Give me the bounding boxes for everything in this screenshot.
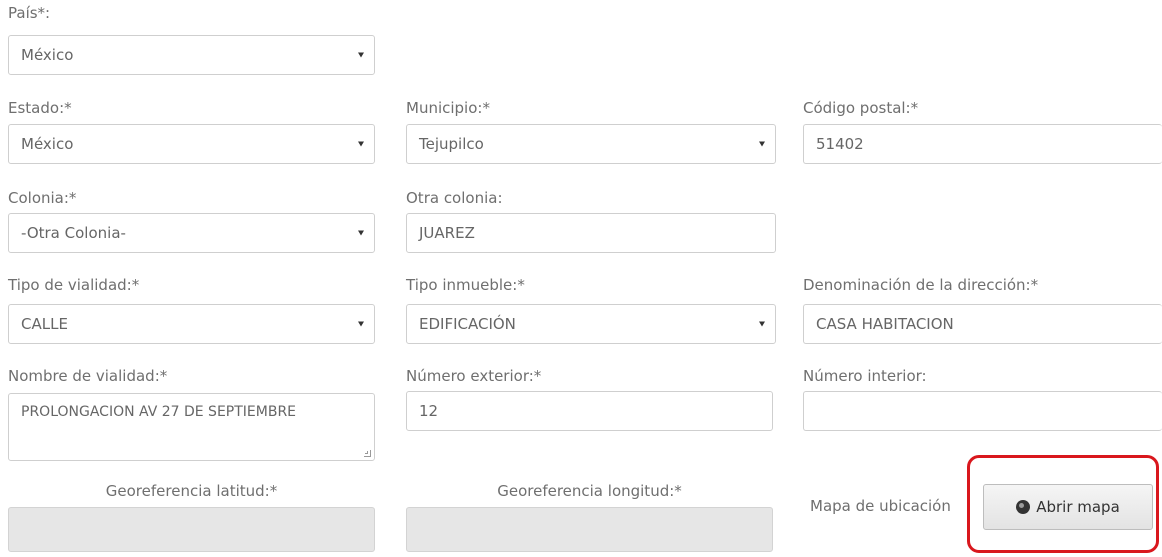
nombre-vialidad-label: Nombre de vialidad:* [8,367,168,385]
numero-exterior-value: 12 [419,402,439,420]
otra-colonia-value: JUAREZ [419,224,475,242]
tipo-vialidad-label: Tipo de vialidad:* [8,276,140,294]
municipio-select[interactable]: Tejupilco [406,124,776,164]
pais-value: México [21,46,74,64]
codigo-postal-value: 51402 [816,135,864,153]
estado-select[interactable]: México [8,124,375,164]
colonia-value: -Otra Colonia- [21,224,126,242]
denominacion-label: Denominación de la dirección:* [803,276,1039,294]
numero-exterior-label: Número exterior:* [406,367,542,385]
caret-down-icon [759,141,765,147]
estado-label: Estado:* [8,99,72,117]
longitud-input [406,507,773,552]
numero-interior-label: Número interior: [803,367,927,385]
tipo-vialidad-value: CALLE [21,315,68,333]
municipio-label: Municipio:* [406,99,490,117]
tipo-inmueble-select[interactable]: EDIFICACIÓN [406,304,776,344]
tipo-inmueble-value: EDIFICACIÓN [419,315,516,333]
denominacion-value: CASA HABITACION [816,315,954,333]
latitud-input [8,507,375,552]
resize-grip-icon[interactable] [364,450,371,457]
pais-label: País*: [8,4,51,22]
tipo-vialidad-select[interactable]: CALLE [8,304,375,344]
tipo-inmueble-label: Tipo inmueble:* [406,276,525,294]
nombre-vialidad-value: PROLONGACION AV 27 DE SEPTIEMBRE [21,404,297,420]
otra-colonia-label: Otra colonia: [406,189,503,207]
globe-icon [1016,500,1031,514]
caret-down-icon [759,321,765,327]
mapa-label: Mapa de ubicación [810,497,951,515]
otra-colonia-input[interactable]: JUAREZ [406,213,776,253]
colonia-select[interactable]: -Otra Colonia- [8,213,375,253]
denominacion-input[interactable]: CASA HABITACION [803,304,1162,344]
longitud-label: Georeferencia longitud:* [497,482,682,500]
codigo-postal-label: Código postal:* [803,99,919,117]
open-map-button-label: Abrir mapa [1036,498,1120,516]
nombre-vialidad-textarea[interactable]: PROLONGACION AV 27 DE SEPTIEMBRE [8,393,375,461]
open-map-button[interactable]: Abrir mapa [983,484,1153,530]
numero-interior-input[interactable] [803,391,1162,431]
latitud-label: Georeferencia latitud:* [105,482,278,500]
caret-down-icon [358,141,364,147]
pais-select[interactable]: México [8,35,375,75]
caret-down-icon [358,321,364,327]
codigo-postal-input[interactable]: 51402 [803,124,1162,164]
numero-exterior-input[interactable]: 12 [406,391,773,431]
colonia-label: Colonia:* [8,189,77,207]
caret-down-icon [358,52,364,58]
estado-value: México [21,135,74,153]
caret-down-icon [358,230,364,236]
municipio-value: Tejupilco [419,135,484,153]
